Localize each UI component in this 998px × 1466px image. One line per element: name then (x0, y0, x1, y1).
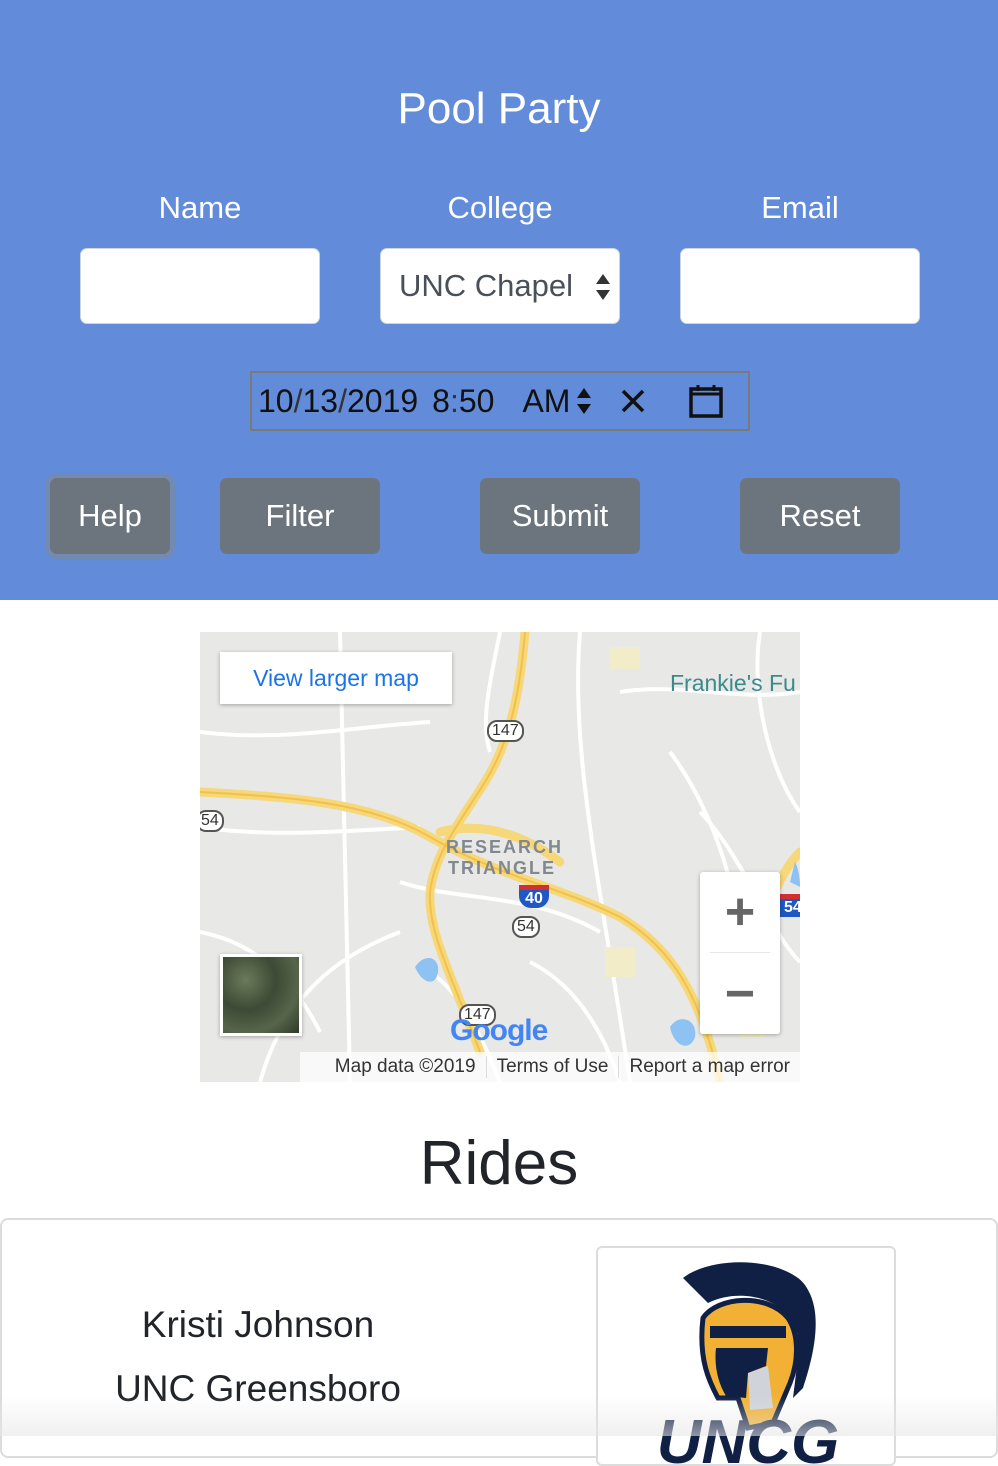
map-embed[interactable]: View larger map Frankie's Fu RESEARCH TR… (200, 632, 800, 1082)
help-button[interactable]: Help (50, 478, 170, 554)
page-title: Pool Party (397, 84, 601, 133)
time-separator: : (449, 382, 459, 419)
zoom-in-button[interactable]: + (700, 872, 780, 952)
map-attribution: Map data ©2019 Terms of Use Report a map… (300, 1052, 800, 1082)
calendar-icon[interactable] (688, 383, 724, 419)
route-shield: 147 (487, 720, 524, 742)
view-larger-map-link[interactable]: View larger map (220, 652, 452, 704)
datetime-minute[interactable]: 50 (459, 383, 495, 420)
college-logo: UNCG (596, 1246, 896, 1466)
college-select[interactable]: UNC Chapel (380, 248, 620, 324)
college-label: College (447, 190, 553, 225)
spinner-arrows-icon[interactable] (576, 385, 592, 417)
map-place-label[interactable]: Frankie's Fu (670, 670, 796, 697)
route-shield: 54 (512, 916, 540, 938)
reset-button[interactable]: Reset (740, 478, 900, 554)
email-label: Email (761, 190, 839, 225)
interstate-shield: 54 (780, 894, 800, 917)
datetime-ampm[interactable]: AM (522, 383, 570, 420)
zoom-divider (710, 952, 770, 953)
rider-name: Kristi Johnson (141, 1304, 375, 1345)
name-input[interactable] (80, 248, 320, 324)
spartan-helmet-icon: UNCG (657, 1262, 840, 1466)
college-logo-text: UNCG (657, 1408, 840, 1466)
rides-heading: Rides (419, 1129, 579, 1198)
google-logo: Google (450, 1014, 548, 1048)
datetime-input[interactable]: 10 / 13 / 2019 8 : 50 AM (250, 371, 750, 431)
header-banner: Pool Party Name College Email UNC Chapel… (0, 0, 998, 600)
date-separator: / (293, 382, 303, 419)
map-data-credit: Map data ©2019 (334, 1056, 476, 1077)
route-shield: 54 (200, 810, 224, 832)
datetime-hour[interactable]: 8 (432, 383, 450, 420)
satellite-toggle[interactable] (220, 954, 302, 1036)
datetime-month[interactable]: 10 (258, 383, 294, 420)
datetime-day[interactable]: 13 (302, 383, 338, 420)
select-arrows-icon (596, 274, 610, 300)
report-map-error-link[interactable]: Report a map error (618, 1056, 800, 1078)
interstate-shield: 40 (519, 885, 549, 908)
google-logo-text: Google (450, 1014, 548, 1047)
zoom-controls: + − (700, 872, 780, 1034)
ride-card[interactable]: Kristi Johnson UNC Greensboro UNCG (0, 1218, 998, 1466)
zoom-out-button[interactable]: − (700, 954, 780, 1034)
date-separator: / (338, 382, 347, 419)
clear-icon[interactable] (620, 388, 646, 414)
filter-button[interactable]: Filter (220, 478, 380, 554)
map-area-label: TRIANGLE (448, 858, 556, 878)
rider-college: UNC Greensboro (115, 1368, 401, 1409)
terms-of-use-link[interactable]: Terms of Use (485, 1056, 619, 1078)
submit-button[interactable]: Submit (480, 478, 640, 554)
name-label: Name (158, 190, 242, 225)
college-select-value: UNC Chapel (399, 268, 574, 303)
datetime-year[interactable]: 2019 (347, 383, 418, 420)
email-input[interactable] (680, 248, 920, 324)
map-area-label: RESEARCH (446, 837, 564, 857)
